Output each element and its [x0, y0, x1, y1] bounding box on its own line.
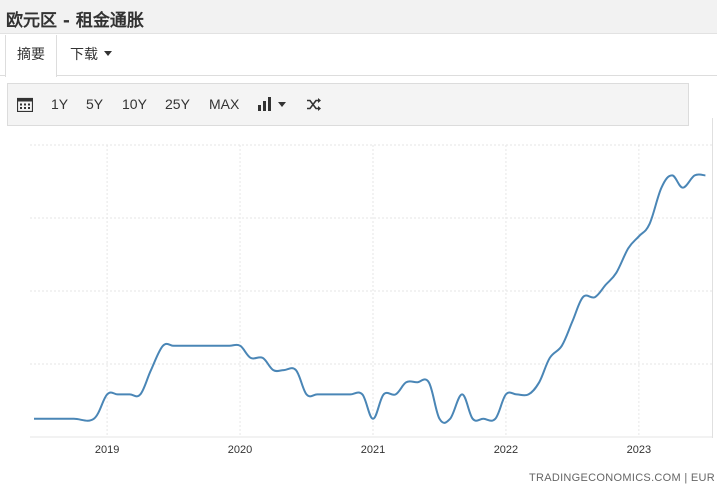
range-5y-button[interactable]: 5Y — [86, 84, 103, 125]
bar-chart-icon[interactable] — [258, 97, 272, 111]
page-title: 欧元区 - 租金通胀 — [6, 11, 144, 31]
chart-area: 2019 2020 2021 2022 2023 — [0, 130, 717, 465]
x-tick-label: 2020 — [228, 444, 252, 456]
x-tick-label: 2023 — [627, 444, 651, 456]
title-bar: 欧元区 - 租金通胀 — [0, 0, 717, 34]
range-10y-button[interactable]: 10Y — [122, 84, 147, 125]
tab-bar: 摘要 下载 — [0, 35, 717, 77]
chevron-down-icon — [104, 50, 112, 56]
x-tick-label: 2022 — [494, 444, 518, 456]
range-max-button[interactable]: MAX — [209, 84, 239, 125]
x-axis-ticks: 2019 2020 2021 2022 2023 — [95, 444, 651, 456]
series-line[interactable] — [34, 173, 706, 424]
tab-download[interactable]: 下载 — [70, 35, 112, 76]
grid-lines — [30, 144, 712, 438]
source-credit: TRADINGECONOMICS.COM | EUR — [528, 472, 715, 484]
series-group — [34, 173, 706, 424]
range-25y-button[interactable]: 25Y — [165, 84, 190, 125]
chart-toolbar: 1Y 5Y 10Y 25Y MAX — [7, 83, 689, 126]
calendar-icon[interactable] — [17, 97, 33, 112]
tab-summary[interactable]: 摘要 — [5, 35, 57, 77]
tab-download-label: 下载 — [70, 47, 98, 63]
shuffle-icon[interactable] — [306, 97, 322, 112]
x-tick-label: 2019 — [95, 444, 119, 456]
range-1y-button[interactable]: 1Y — [51, 84, 68, 125]
chevron-down-icon[interactable] — [278, 102, 286, 107]
x-tick-label: 2021 — [361, 444, 385, 456]
line-chart: 2019 2020 2021 2022 2023 — [30, 144, 712, 456]
tab-summary-label: 摘要 — [17, 47, 45, 63]
